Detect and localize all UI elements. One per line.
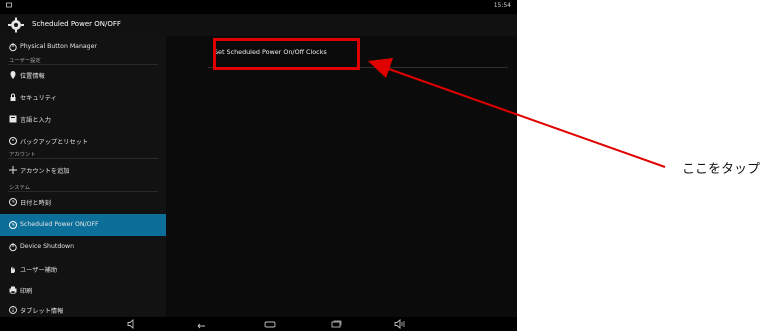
- annotation-callout: ここをタップ: [682, 162, 761, 177]
- annotation-arrow: [368, 58, 666, 168]
